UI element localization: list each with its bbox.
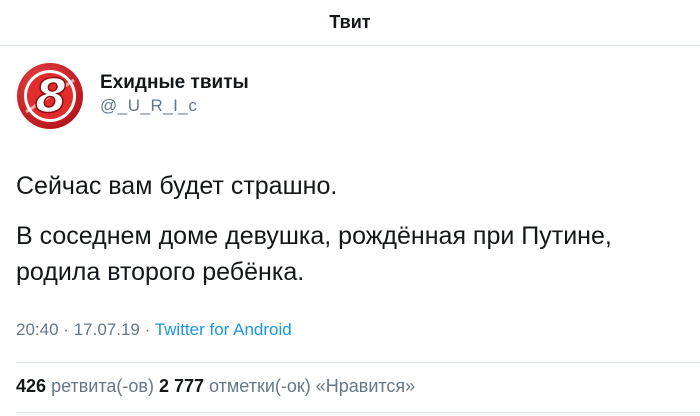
tweet-body: Сейчас вам будет страшно. В соседнем дом… <box>16 168 686 290</box>
number-8-logo-icon: 8 <box>16 62 84 130</box>
author-handle[interactable]: @_U_R_I_c <box>100 95 249 117</box>
tweet-time: 20:40 <box>16 320 59 339</box>
retweets-label: ретвита(-ов) <box>51 376 154 396</box>
author-display-name[interactable]: Ехидные твиты <box>100 71 249 95</box>
page-title: Твит <box>329 12 371 32</box>
retweets-count: 426 <box>16 376 47 396</box>
meta-separator: · <box>144 320 151 339</box>
tweet-meta: 20:40 · 17.07.19 · Twitter for Android <box>16 320 292 340</box>
meta-separator: · <box>63 320 69 339</box>
tweet-text-line: Сейчас вам будет страшно. <box>16 172 338 200</box>
divider <box>16 412 700 413</box>
likes-count: 2 777 <box>158 376 205 396</box>
tweet-text-line: В соседнем доме девушка, рождённая при П… <box>16 222 612 286</box>
svg-text:8: 8 <box>35 69 67 123</box>
retweets-stat[interactable]: 426 ретвита(-ов) <box>16 376 159 396</box>
tweet-source-link[interactable]: Twitter for Android <box>155 320 292 339</box>
top-bar: Твит <box>0 0 700 46</box>
avatar[interactable]: 8 <box>16 62 84 130</box>
divider <box>16 362 700 363</box>
tweet-author[interactable]: 8 Ехидные твиты @_U_R_I_c <box>16 62 249 130</box>
likes-label: отметки(-ок) «Нравится» <box>209 376 416 396</box>
tweet-date: 17.07.19 <box>73 320 140 339</box>
tweet-stats: 426 ретвита(-ов) 2 777 отметки(-ок) «Нра… <box>16 376 415 397</box>
likes-stat[interactable]: 2 777 отметки(-ок) «Нравится» <box>159 376 415 396</box>
